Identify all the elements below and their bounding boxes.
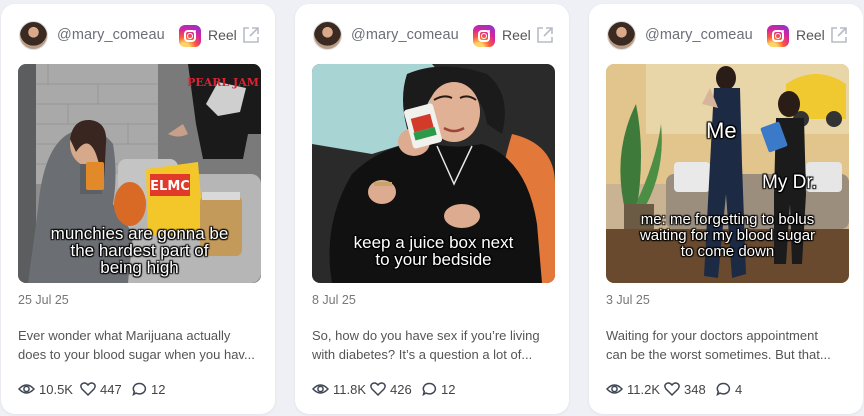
chip-bag-text: ELMC [150,179,190,194]
likes-count: 447 [100,381,122,397]
avatar[interactable] [313,21,342,50]
avatar[interactable] [19,21,48,50]
author-handle[interactable]: @mary_comeau [351,27,459,43]
external-link-icon[interactable] [241,25,261,45]
comments-count: 4 [735,381,743,397]
eye-icon [606,384,623,394]
post-header: @mary_comeau Reel [313,21,555,51]
post-card[interactable]: @mary_comeau Reel [589,4,863,414]
comments-stat: 4 [716,380,742,398]
post-date: 25 Jul 25 [18,293,69,307]
post-date: 3 Jul 25 [606,293,650,307]
post-description: So, how do you have sex if you’re living… [312,328,540,362]
overlay-label-doctor: My Dr. [762,172,817,193]
likes-count: 348 [684,381,706,397]
comment-icon [422,382,437,396]
post-type-label: Reel [208,27,237,43]
likes-stat: 447 [80,380,122,398]
post-type-label: Reel [502,27,531,43]
heart-icon [664,382,680,396]
post-description: Waiting for your doctors appointment can… [606,328,831,362]
comments-count: 12 [151,381,166,397]
author-handle[interactable]: @mary_comeau [645,27,753,43]
views-count: 10.5K [39,381,73,397]
shirt-logo-text: PEARL JAM [187,76,259,89]
eye-icon [312,384,329,394]
views-count: 11.2K [627,381,661,397]
post-header: @mary_comeau Reel [607,21,849,51]
heart-icon [80,382,96,396]
likes-count: 426 [390,381,412,397]
engagement-stats: 11.2K 348 4 [606,380,856,398]
comment-icon [132,382,147,396]
instagram-icon [179,25,201,47]
post-card[interactable]: @mary_comeau Reel [295,4,569,414]
video-caption: me: me forgetting to bolus waiting for m… [639,211,816,260]
post-card[interactable]: @mary_comeau Reel PEARL JAM ELMC munchie… [1,4,275,414]
author-handle[interactable]: @mary_comeau [57,27,165,43]
views-stat: 11.8K [312,380,366,398]
likes-stat: 426 [370,380,412,398]
views-stat: 10.5K [18,380,73,398]
post-description: Ever wonder what Marijuana actually does… [18,328,255,362]
overlay-label-me: Me [706,118,737,143]
instagram-icon [767,25,789,47]
views-count: 11.8K [333,381,367,397]
likes-stat: 348 [664,380,706,398]
external-link-icon[interactable] [535,25,555,45]
eye-icon [18,384,35,394]
instagram-icon [473,25,495,47]
avatar[interactable] [607,21,636,50]
video-caption: keep a juice box next to your bedside [353,233,514,269]
external-link-icon[interactable] [829,25,849,45]
comments-stat: 12 [132,380,165,398]
engagement-stats: 10.5K 447 12 [18,380,268,398]
reel-thumbnail[interactable]: keep a juice box next to your bedside [312,64,555,283]
reel-thumbnail[interactable]: Me My Dr. me: me forgetting to bolus wai… [606,64,849,283]
comments-stat: 12 [422,380,455,398]
comments-count: 12 [441,381,456,397]
engagement-stats: 11.8K 426 12 [312,380,562,398]
post-date: 8 Jul 25 [312,293,356,307]
post-type-label: Reel [796,27,825,43]
video-caption: munchies are gonna be the hardest part o… [50,224,229,277]
heart-icon [370,382,386,396]
views-stat: 11.2K [606,380,660,398]
post-header: @mary_comeau Reel [19,21,261,51]
reel-thumbnail[interactable]: PEARL JAM ELMC munchies are gonna be the… [18,64,261,283]
comment-icon [716,382,731,396]
